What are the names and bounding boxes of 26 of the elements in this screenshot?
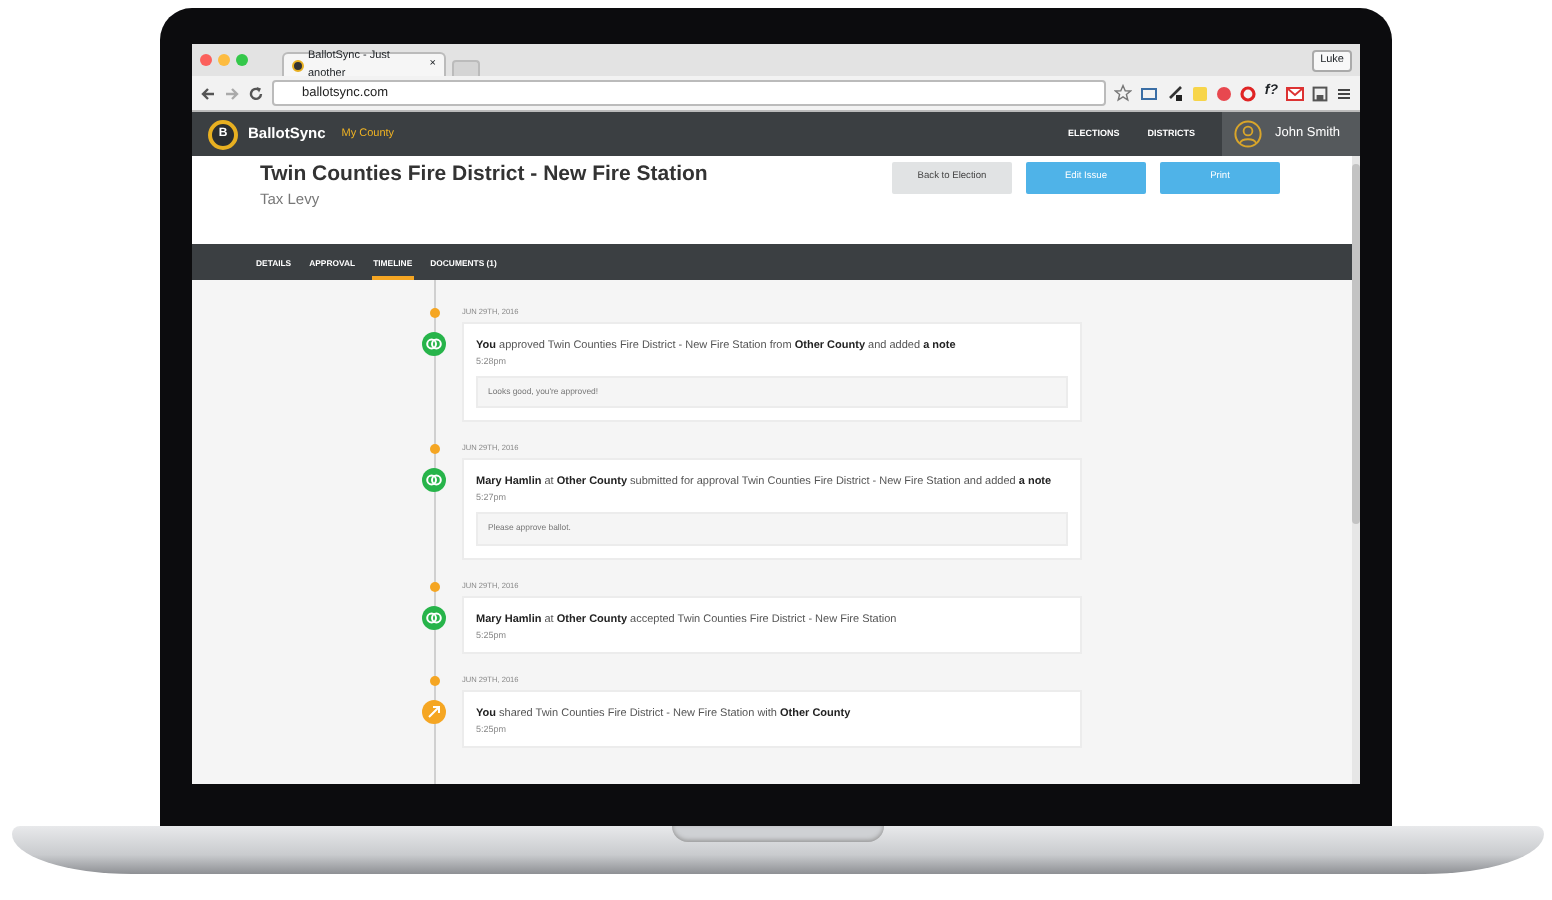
rings-icon — [422, 605, 446, 630]
forward-icon[interactable] — [224, 85, 240, 101]
back-icon[interactable] — [200, 85, 216, 101]
page-title: Twin Counties Fire District - New Fire Station — [260, 162, 710, 188]
close-dot[interactable] — [200, 54, 212, 66]
reload-icon[interactable] — [248, 85, 264, 101]
timeline-dot — [430, 444, 440, 455]
mail-icon[interactable] — [1286, 85, 1304, 101]
share-icon — [422, 699, 446, 724]
timeline-dot — [430, 308, 440, 318]
user-icon — [1234, 120, 1263, 148]
save-icon[interactable] — [1312, 85, 1328, 101]
star-icon[interactable] — [1114, 84, 1133, 102]
screen-icon[interactable] — [1140, 85, 1159, 101]
timeline-dot — [430, 581, 440, 592]
rings-icon — [422, 332, 446, 356]
menu-icon[interactable] — [1336, 85, 1352, 101]
timeline-dot — [430, 675, 440, 686]
pen-icon[interactable] — [1166, 84, 1185, 102]
favicon-icon — [292, 59, 304, 71]
ring-icon[interactable] — [1240, 85, 1257, 101]
rings-icon — [422, 468, 446, 493]
zoom-dot[interactable] — [236, 54, 248, 66]
minimize-dot[interactable] — [218, 54, 230, 66]
record-icon[interactable] — [1216, 85, 1233, 101]
scrollbar[interactable] — [1352, 156, 1360, 784]
